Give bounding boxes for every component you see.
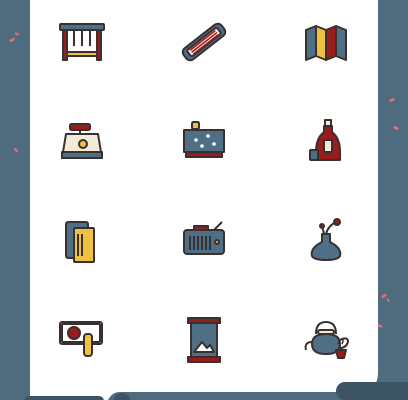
gong-rack-icon xyxy=(52,12,112,72)
flower-vase-icon xyxy=(296,212,356,272)
folding-map-icon xyxy=(296,12,356,72)
guzheng-icon xyxy=(174,12,234,72)
wine-jar-icon xyxy=(296,112,356,172)
radio-icon xyxy=(174,212,234,272)
ink-stone-icon xyxy=(52,112,112,172)
go-board-icon xyxy=(174,112,234,172)
seal-stamp-icon xyxy=(52,312,112,372)
teapot-icon xyxy=(296,312,356,372)
bottom-right-bar xyxy=(336,382,408,400)
hourglass-icon xyxy=(174,312,234,372)
bottom-left-bar xyxy=(24,396,104,400)
books-icon xyxy=(52,212,112,272)
